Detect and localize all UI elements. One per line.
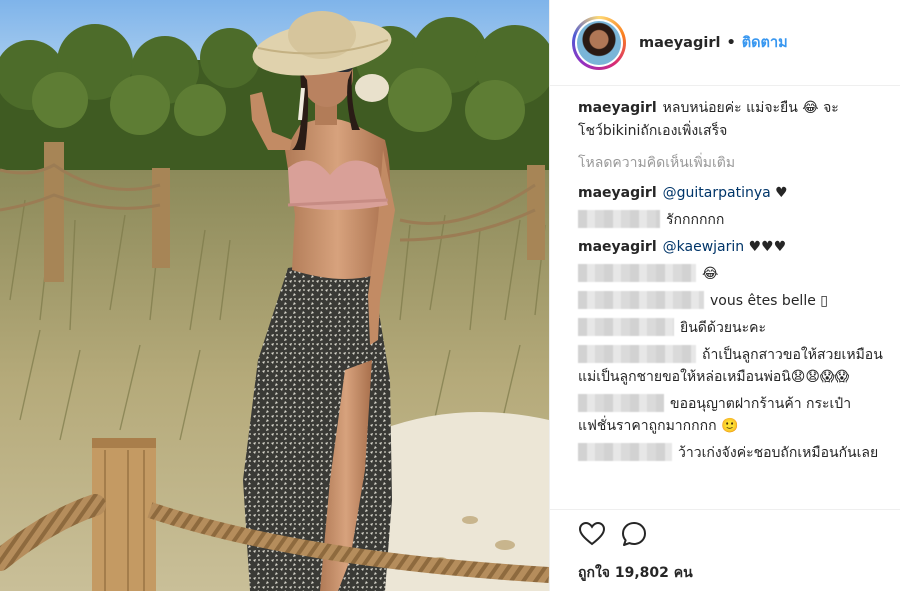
comment-username[interactable]: maeyagirl bbox=[578, 185, 657, 201]
comment-item: vous êtes belle ▯ bbox=[578, 290, 887, 312]
post-actions: ถูกใจ 19,802 คน bbox=[550, 509, 900, 591]
comment-text: 😂 bbox=[702, 266, 719, 282]
load-more-comments-button[interactable]: โหลดความคิดเห็นเพิ่มเติม bbox=[578, 152, 887, 174]
blurred-username bbox=[578, 394, 664, 412]
comment-item: รักกกกกก bbox=[578, 209, 887, 231]
comment-text: ♥ bbox=[775, 185, 788, 201]
blurred-username bbox=[578, 345, 696, 363]
caption-username[interactable]: maeyagirl bbox=[578, 100, 657, 116]
avatar-frame bbox=[575, 18, 623, 67]
comment-mention[interactable]: @guitarpatinya bbox=[663, 185, 771, 201]
photo-illustration bbox=[0, 11, 549, 591]
blurred-username bbox=[578, 443, 672, 461]
comment-text: รักกกกกก bbox=[666, 212, 725, 228]
comments-list[interactable]: maeyagirl หลบหน่อยค่ะ แม่จะยืน 😂 จะโชว์bi… bbox=[550, 87, 900, 507]
comment-item: ถ้าเป็นลูกสาวขอให้สวยเหมือนแม่เป็นลูกชาย… bbox=[578, 344, 887, 388]
speech-bubble-icon[interactable] bbox=[620, 520, 648, 548]
post-photo[interactable] bbox=[0, 0, 549, 591]
post-sidebar: maeyagirl • ติดตาม maeyagirl หลบหน่อยค่ะ … bbox=[549, 0, 900, 591]
speech-bubble-icon-glyph bbox=[622, 522, 646, 546]
comment-item: maeyagirl @kaewjarin ♥♥♥ bbox=[578, 236, 887, 258]
header-username[interactable]: maeyagirl bbox=[639, 35, 720, 51]
header-separator: • bbox=[726, 34, 736, 51]
comment-item: maeyagirl @guitarpatinya ♥ bbox=[578, 182, 887, 204]
comment-mention[interactable]: @kaewjarin bbox=[663, 239, 745, 255]
comment-text: ว้าวเก่งจังค่ะชอบถักเหมือนกันเลย bbox=[678, 445, 879, 461]
caption: maeyagirl หลบหน่อยค่ะ แม่จะยืน 😂 จะโชว์bi… bbox=[578, 97, 887, 143]
comment-text: ยินดีด้วยนะคะ bbox=[680, 320, 766, 336]
comment-item: ว้าวเก่งจังค่ะชอบถักเหมือนกันเลย bbox=[578, 442, 887, 464]
blurred-username bbox=[578, 318, 674, 336]
scroll-fade bbox=[550, 491, 900, 507]
comment-username[interactable]: maeyagirl bbox=[578, 239, 657, 255]
header-text: maeyagirl • ติดตาม bbox=[639, 31, 788, 54]
blurred-username bbox=[578, 210, 660, 228]
post-header: maeyagirl • ติดตาม bbox=[550, 0, 900, 86]
avatar[interactable] bbox=[572, 15, 626, 70]
heart-icon[interactable] bbox=[578, 520, 606, 548]
comment-item: 😂 bbox=[578, 263, 887, 285]
comment-item: ยินดีด้วยนะคะ bbox=[578, 317, 887, 339]
likes-count[interactable]: ถูกใจ 19,802 คน bbox=[578, 562, 900, 584]
comment-text: ♥♥♥ bbox=[748, 239, 787, 255]
follow-button[interactable]: ติดตาม bbox=[742, 31, 788, 54]
blurred-username bbox=[578, 291, 704, 309]
blurred-username bbox=[578, 264, 696, 282]
comment-item: ขออนุญาตฝากร้านค้า กระเป๋าแฟชั่นราคาถูกม… bbox=[578, 393, 887, 437]
comment-text: vous êtes belle ▯ bbox=[710, 293, 828, 309]
heart-icon-glyph bbox=[579, 522, 605, 546]
avatar-image bbox=[577, 20, 621, 65]
action-icons bbox=[578, 510, 900, 558]
